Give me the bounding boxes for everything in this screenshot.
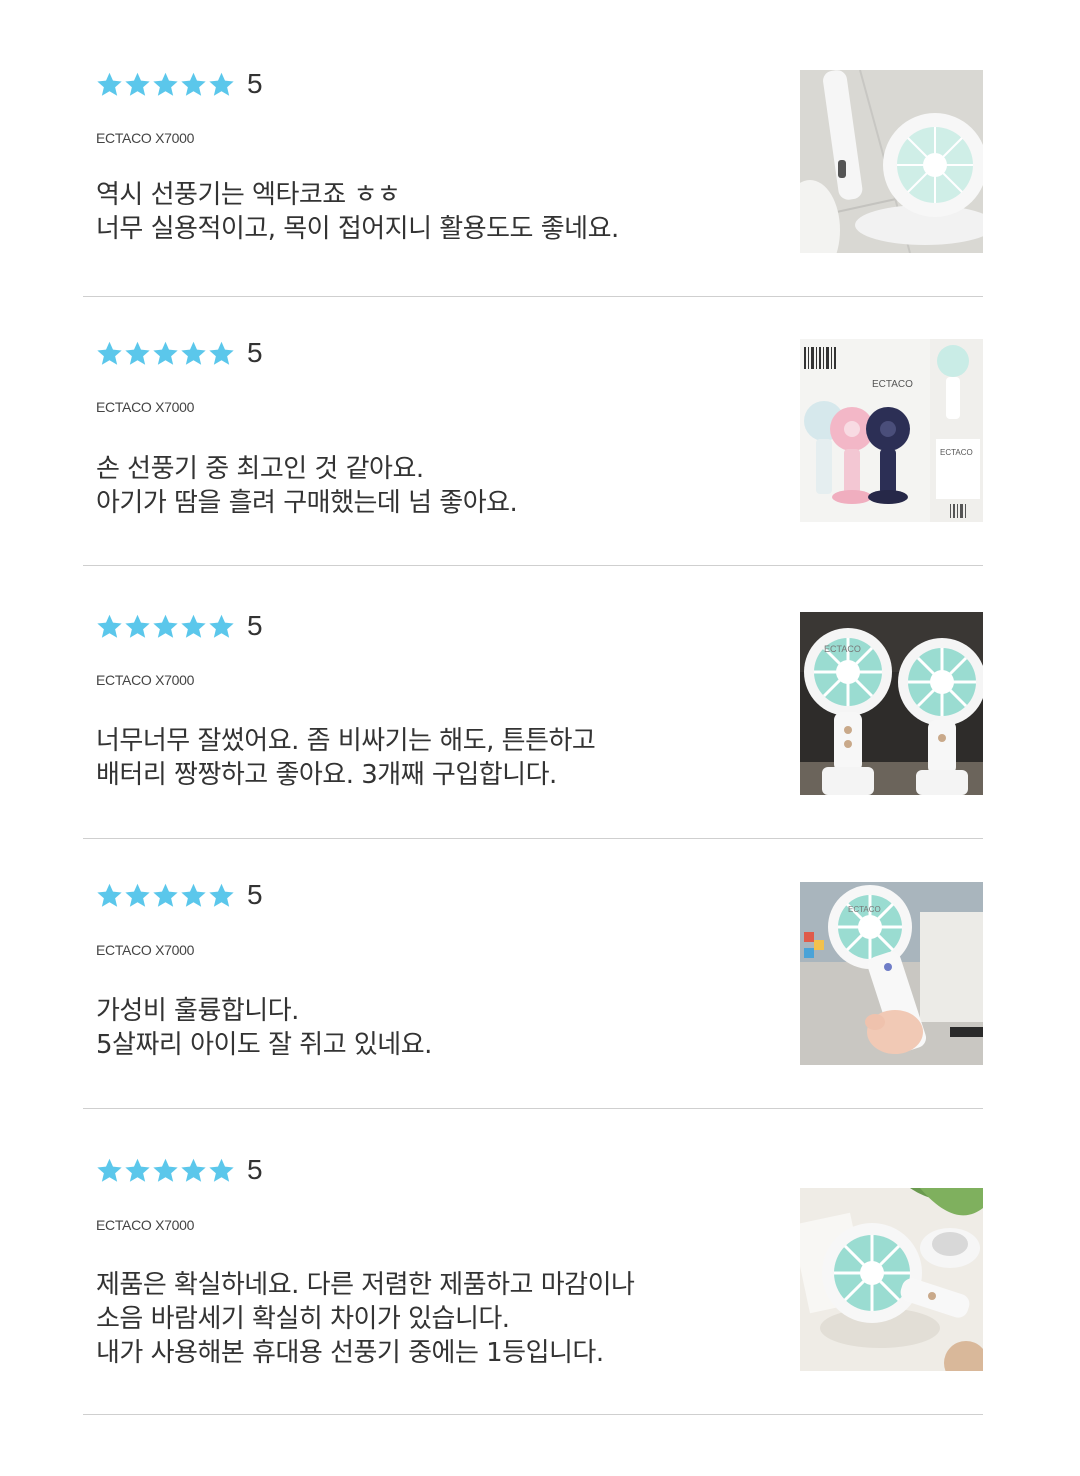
review-photo[interactable]: ECTACO	[800, 612, 983, 795]
rating-score: 5	[247, 68, 263, 99]
svg-text:ECTACO: ECTACO	[940, 448, 973, 457]
review-line: 소음 바람세기 확실히 차이가 있습니다.	[96, 1304, 510, 1334]
svg-text:ECTACO: ECTACO	[872, 379, 913, 390]
star-icon	[209, 72, 234, 96]
review-photo[interactable]: ECTACO	[800, 882, 983, 1065]
divider	[83, 1108, 983, 1109]
star-icon	[125, 72, 150, 96]
star-rating	[96, 340, 235, 367]
rating-score: 5	[247, 337, 263, 368]
review-photo[interactable]	[800, 70, 983, 253]
star-icon	[209, 1158, 234, 1182]
product-name: ECTACO X7000	[96, 399, 195, 415]
star-rating	[96, 882, 235, 909]
star-icon	[97, 341, 122, 365]
rating-score: 5	[247, 879, 263, 910]
review-text: 너무너무 잘썼어요. 좀 비싸기는 해도, 튼튼하고 배터리 짱짱하고 좋아요.…	[96, 724, 736, 792]
fan-on-table-photo	[800, 1188, 983, 1371]
star-icon	[153, 1158, 178, 1182]
star-rating	[96, 613, 235, 640]
hand-holding-fan-photo: ECTACO	[800, 882, 983, 1065]
star-icon	[209, 614, 234, 638]
divider	[83, 1414, 983, 1415]
star-icon	[153, 72, 178, 96]
product-name: ECTACO X7000	[96, 130, 195, 146]
svg-text:ECTACO: ECTACO	[848, 905, 881, 914]
divider	[83, 296, 983, 297]
folded-stand-fan-photo	[800, 70, 983, 253]
star-icon	[153, 614, 178, 638]
rating: 5	[96, 337, 263, 369]
review-line: 배터리 짱짱하고 좋아요. 3개째 구입합니다.	[96, 760, 557, 790]
review-line: 너무너무 잘썼어요. 좀 비싸기는 해도, 튼튼하고	[96, 726, 596, 756]
star-rating	[96, 71, 235, 98]
rating: 5	[96, 68, 263, 100]
review-line: 가성비 훌륭합니다.	[96, 996, 299, 1026]
review-photo[interactable]	[800, 1188, 983, 1371]
two-fans-on-stands-photo: ECTACO	[800, 612, 983, 795]
review-line: 역시 선풍기는 엑타코죠 ㅎㅎ	[96, 180, 401, 210]
star-icon	[209, 883, 234, 907]
divider	[83, 838, 983, 839]
star-icon	[125, 883, 150, 907]
star-icon	[181, 614, 206, 638]
review-line: 5살짜리 아이도 잘 쥐고 있네요.	[96, 1030, 432, 1060]
review-text: 제품은 확실하네요. 다른 저렴한 제품하고 마감이나 소음 바람세기 확실히 …	[96, 1268, 736, 1370]
star-icon	[125, 341, 150, 365]
divider	[83, 565, 983, 566]
rating: 5	[96, 1154, 263, 1186]
star-rating	[96, 1157, 235, 1184]
review-line: 너무 실용적이고, 목이 접어지니 활용도도 좋네요.	[96, 214, 619, 244]
review-line: 제품은 확실하네요. 다른 저렴한 제품하고 마감이나	[96, 1270, 635, 1300]
rating-score: 5	[247, 1154, 263, 1185]
review-line: 손 선풍기 중 최고인 것 같아요.	[96, 454, 424, 484]
review-text: 역시 선풍기는 엑타코죠 ㅎㅎ 너무 실용적이고, 목이 접어지니 활용도도 좋…	[96, 178, 736, 246]
svg-text:ECTACO: ECTACO	[824, 644, 861, 654]
star-icon	[153, 341, 178, 365]
product-name: ECTACO X7000	[96, 1217, 195, 1233]
star-icon	[97, 883, 122, 907]
product-name: ECTACO X7000	[96, 672, 195, 688]
star-icon	[181, 883, 206, 907]
star-icon	[97, 72, 122, 96]
rating: 5	[96, 879, 263, 911]
rating: 5	[96, 610, 263, 642]
star-icon	[97, 1158, 122, 1182]
star-icon	[125, 1158, 150, 1182]
review-text: 가성비 훌륭합니다. 5살짜리 아이도 잘 쥐고 있네요.	[96, 994, 736, 1062]
product-box-photo: ECTACO ECTACO	[800, 339, 983, 522]
product-name: ECTACO X7000	[96, 942, 195, 958]
star-icon	[209, 341, 234, 365]
review-text: 손 선풍기 중 최고인 것 같아요. 아기가 땀을 흘려 구매했는데 넘 좋아요…	[96, 452, 736, 520]
star-icon	[181, 72, 206, 96]
star-icon	[153, 883, 178, 907]
star-icon	[125, 614, 150, 638]
review-line: 아기가 땀을 흘려 구매했는데 넘 좋아요.	[96, 488, 518, 518]
star-icon	[97, 614, 122, 638]
review-line: 내가 사용해본 휴대용 선풍기 중에는 1등입니다.	[96, 1338, 604, 1368]
rating-score: 5	[247, 610, 263, 641]
review-photo[interactable]: ECTACO ECTACO	[800, 339, 983, 522]
star-icon	[181, 341, 206, 365]
star-icon	[181, 1158, 206, 1182]
